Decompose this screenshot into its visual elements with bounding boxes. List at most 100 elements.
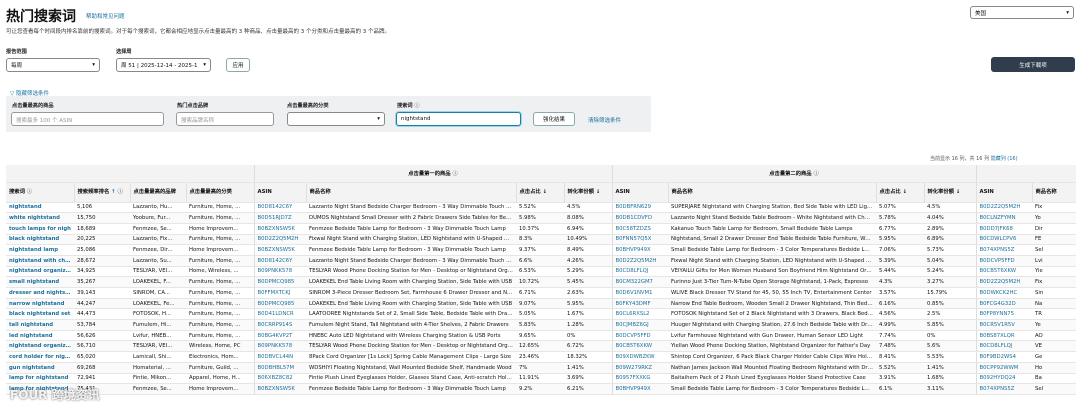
asin-link[interactable]: B0CJMBZ6GJ [611, 319, 668, 331]
asin-link[interactable]: B0DWKCK2HC [975, 287, 1032, 299]
search-term-link[interactable]: nightstand lamp [6, 244, 74, 256]
col-header-asin[interactable]: ASIN [975, 182, 1032, 203]
asin-link[interactable]: B092HYDQ24 [975, 373, 1032, 385]
search-term-link[interactable]: nightstand with char [6, 255, 74, 267]
sort-up-icon[interactable]: ↑ [111, 189, 115, 195]
search-term-link[interactable]: lamp for nightstand [6, 373, 74, 385]
category-select[interactable]: ▾ [287, 112, 385, 126]
asin-link[interactable]: B0D51RJD7Z [253, 212, 306, 224]
keyword-input[interactable]: nightstand [396, 112, 521, 126]
apply-button[interactable]: 应用 [226, 58, 250, 72]
col-header-rank[interactable]: 搜索频率排名 ↑ ⓘ [73, 182, 130, 203]
asin-search-input[interactable]: 搜索最多 100 个 ASIN [11, 112, 164, 126]
asin-link[interactable]: B0FP8YNN75 [975, 308, 1032, 321]
asin-link[interactable]: B0CD8LFLQJ [611, 266, 668, 278]
asin-link[interactable]: B074XPNS5Z [975, 244, 1032, 256]
asin-link[interactable]: B0CR5V1R5V [975, 319, 1032, 331]
search-term-link[interactable]: narrow nightstand [6, 298, 74, 310]
asin-link[interactable]: B0DD7JFK68 [975, 223, 1032, 235]
asin-link[interactable]: B09XDWBZKW [611, 351, 668, 363]
asin-link[interactable]: B0CLNZFYMN [975, 212, 1032, 224]
search-term-link[interactable]: dresser and nightsta [6, 287, 74, 299]
search-term-link[interactable]: nightstand organizer [6, 266, 74, 278]
asin-link[interactable]: B0DCVP5FFD [975, 255, 1032, 267]
search-term-link[interactable]: tall nightstand [6, 319, 74, 331]
search-term-link[interactable]: nightstand [6, 202, 74, 214]
col-header-ctr[interactable]: 点击占比 ↓ [515, 182, 564, 203]
asin-link[interactable]: B0D2Z2Q5M2H [611, 255, 668, 267]
asin-link[interactable]: B0BZXNSW5K [253, 244, 306, 256]
brand-search-input[interactable]: 搜索品牌名称 [176, 112, 274, 126]
asin-link[interactable]: B09PNKK578 [253, 266, 306, 278]
asin-link[interactable]: B0957FXXKG [611, 373, 668, 385]
col-header-name[interactable]: 商品名称 [1031, 182, 1076, 203]
sort-down-icon[interactable]: ↓ [596, 189, 600, 195]
asin-link[interactable]: B0BS87XLQR [975, 330, 1032, 342]
period-select[interactable]: 周 51 | 2025-12-14 - 2025-1 ▾ [116, 58, 211, 72]
asin-link[interactable]: B0D2Z2Q5M2H [975, 276, 1032, 288]
search-term-link[interactable]: cord holder for night [6, 351, 74, 363]
col-header-name[interactable]: 商品名称 [305, 182, 516, 203]
asin-link[interactable]: B0F9BD2WS4 [975, 351, 1032, 363]
asin-link[interactable]: B0D6V1NVM1 [611, 287, 668, 299]
asin-link[interactable]: B0CB5T6XKW [975, 266, 1032, 278]
asin-link[interactable]: B06XBZ8C82 [253, 373, 306, 385]
clear-filters-link[interactable]: 清除筛选条件 [588, 116, 621, 124]
search-term-link[interactable]: small nightstand [6, 276, 74, 288]
asin-link[interactable]: B0DBVCL44N [253, 351, 306, 363]
asin-link[interactable]: B0CB5T6XKW [611, 340, 668, 353]
asin-link[interactable]: B0FFMXTCKJ [253, 287, 306, 299]
help-link[interactable]: 帮助和常见问题 [86, 12, 125, 20]
asin-link[interactable]: B09PNKK578 [253, 340, 306, 353]
col-header-asin[interactable]: ASIN [611, 182, 668, 203]
sort-down-icon[interactable]: ↓ [543, 189, 547, 195]
asin-link[interactable]: B0D8142C6Y [253, 202, 306, 214]
asin-link[interactable]: B0BZXNSW5K [253, 223, 306, 235]
asin-link[interactable]: B0DBFRN629 [611, 202, 668, 214]
col-header-category[interactable]: 点击量最高的分类 [185, 182, 254, 203]
asin-link[interactable]: B0FKY43DMF [611, 298, 668, 310]
asin-link[interactable]: B0CL6RXSL2 [611, 308, 668, 321]
asin-link[interactable]: B0DPMCQ985 [253, 276, 306, 288]
asin-link[interactable]: B0D8142C6Y [253, 255, 306, 267]
asin-link[interactable]: B0D2Z2Q5M2H [253, 234, 306, 246]
asin-link[interactable]: B0FCG4G32D [975, 298, 1032, 310]
search-term-link[interactable]: nightstand organizer [6, 340, 74, 353]
asin-link[interactable]: B0DB1CDVFD [611, 212, 668, 224]
col-header-asin[interactable]: ASIN [253, 182, 306, 203]
hide-columns-link[interactable]: 隐藏列 (16) [991, 156, 1018, 162]
col-header-keyword[interactable]: 搜索词 ⓘ [6, 182, 74, 203]
refine-results-button[interactable]: 强化结果 [533, 112, 575, 126]
asin-link[interactable]: B0D2Z2Q5M2H [975, 202, 1032, 214]
asin-link[interactable]: B0DPMCQ985 [253, 298, 306, 310]
asin-link[interactable]: B0CPP92WWM [975, 362, 1032, 374]
search-term-link[interactable]: gun nightstand [6, 362, 74, 374]
market-select[interactable]: 美国 ▾ [970, 6, 1074, 19]
col-header-ctr[interactable]: 点击占比 ↓ [875, 182, 924, 203]
sort-down-icon[interactable]: ↓ [956, 189, 960, 195]
search-term-link[interactable]: black nightstand [6, 234, 74, 246]
asin-link[interactable]: B0CRRP914S [253, 319, 306, 331]
col-header-brand[interactable]: 点击量最高的品牌 [129, 182, 186, 203]
generate-download-button[interactable]: 生成下载项 [991, 57, 1075, 72]
asin-link[interactable]: B0FNN57Q5X [611, 234, 668, 246]
asin-link[interactable]: B0BZXNSW5K [253, 383, 306, 395]
col-header-name[interactable]: 商品名称 [667, 182, 876, 203]
asin-link[interactable]: B0BHVP949X [611, 244, 668, 256]
asin-link[interactable]: B09W279RKZ [611, 362, 668, 374]
search-term-link[interactable]: black nightstand set [6, 308, 74, 321]
asin-link[interactable]: B0CDWLCPV6 [975, 234, 1032, 246]
asin-link[interactable]: B0CM322GM7 [611, 276, 668, 288]
asin-link[interactable]: B0D41LDNCR [253, 308, 306, 321]
asin-link[interactable]: B0BHVP949X [611, 383, 668, 395]
asin-link[interactable]: B0BG4KVP2T [253, 330, 306, 342]
range-select[interactable]: 每周 ▾ [6, 58, 100, 72]
asin-link[interactable]: B0C58TZDZS [611, 223, 668, 235]
asin-link[interactable]: B0DCVP5FFD [611, 330, 668, 342]
col-header-conv[interactable]: 转化率份额 ↓ [923, 182, 976, 203]
col-header-conv[interactable]: 转化率份额 ↓ [563, 182, 612, 203]
search-term-link[interactable]: led nightstand [6, 330, 74, 342]
asin-link[interactable]: B074XPNS5Z [975, 383, 1032, 395]
search-term-link[interactable]: touch lamps for nigh [6, 223, 74, 235]
search-term-link[interactable]: white nightstand [6, 212, 74, 224]
